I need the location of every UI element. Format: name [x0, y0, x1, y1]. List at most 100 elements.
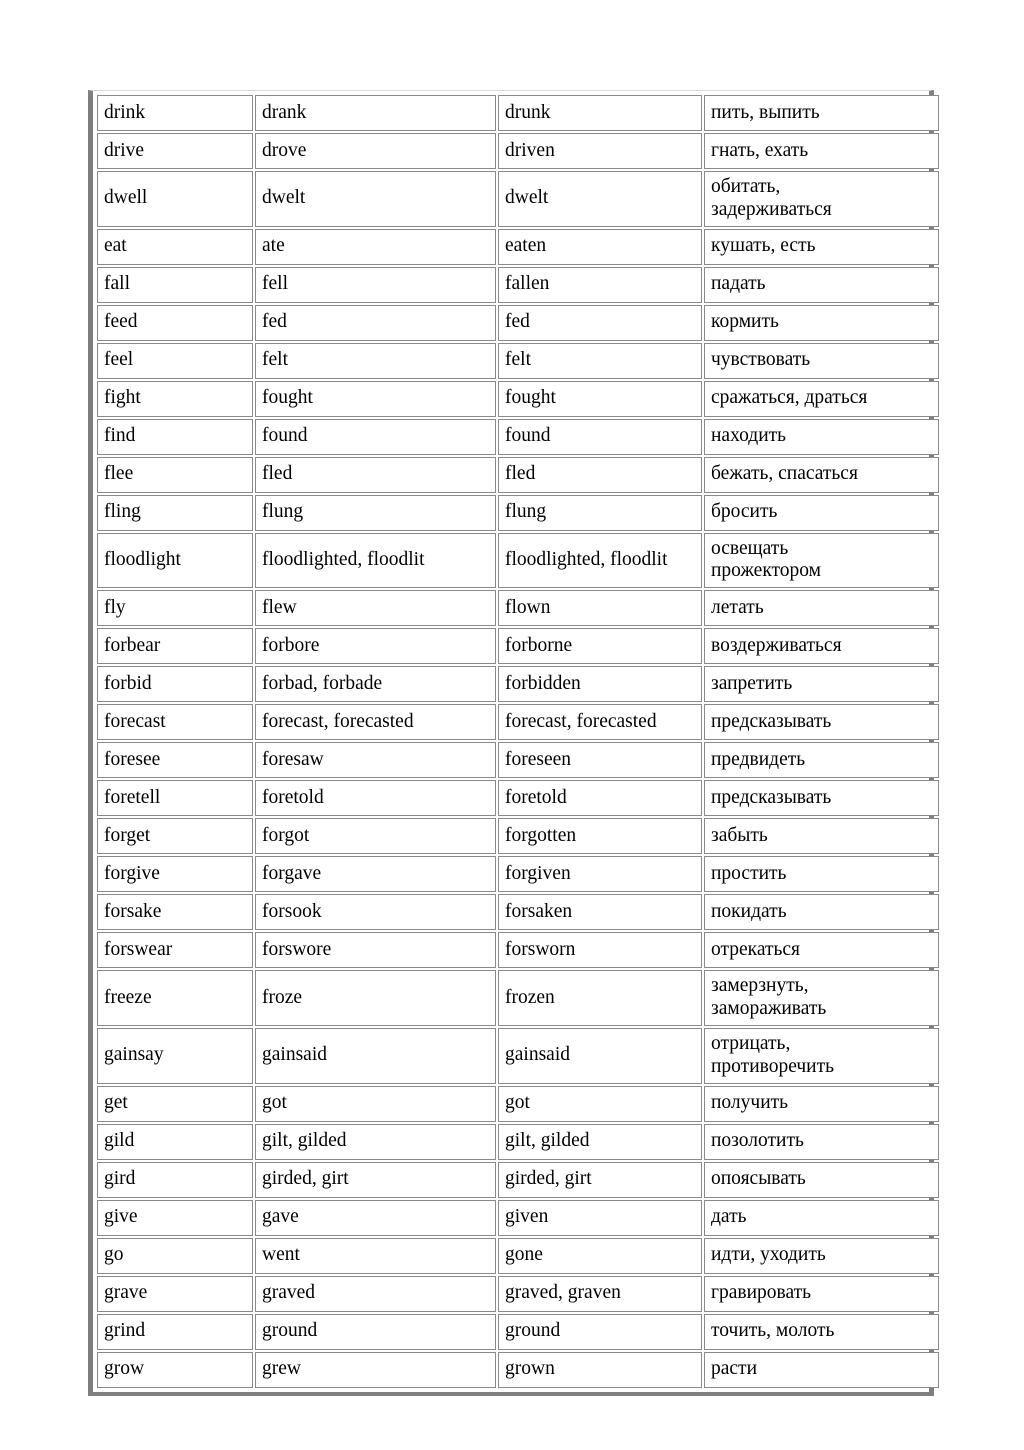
- cell-past-participle: eaten: [498, 228, 702, 265]
- cell-infinitive: forswear: [97, 932, 253, 969]
- cell-infinitive: feed: [97, 304, 253, 341]
- cell-past-simple: forswore: [255, 932, 496, 969]
- table-row: flee fled fled бежать, спасаться: [97, 456, 939, 493]
- cell-translation: кормить: [704, 304, 939, 341]
- cell-infinitive: get: [97, 1085, 253, 1122]
- cell-past-simple: foresaw: [255, 742, 496, 779]
- cell-past-participle: ground: [498, 1313, 702, 1350]
- cell-infinitive: forecast: [97, 704, 253, 741]
- cell-infinitive: gild: [97, 1123, 253, 1160]
- cell-infinitive: find: [97, 418, 253, 455]
- cell-past-participle: forborne: [498, 628, 702, 665]
- table-row: forget forgot forgotten забыть: [97, 818, 939, 855]
- cell-infinitive: forbid: [97, 666, 253, 703]
- cell-translation: сражаться, драться: [704, 380, 939, 417]
- cell-translation: находить: [704, 418, 939, 455]
- cell-infinitive: foresee: [97, 742, 253, 779]
- cell-translation: отрекаться: [704, 932, 939, 969]
- table-row: grave graved graved, graven гравировать: [97, 1275, 939, 1312]
- cell-past-simple: girded, girt: [255, 1161, 496, 1198]
- cell-infinitive: forget: [97, 818, 253, 855]
- cell-translation: запретить: [704, 666, 939, 703]
- table-row: forswear forswore forsworn отрекаться: [97, 932, 939, 969]
- cell-past-simple: dwelt: [255, 171, 496, 227]
- cell-translation: получить: [704, 1085, 939, 1122]
- cell-translation: летать: [704, 590, 939, 627]
- cell-past-participle: foretold: [498, 780, 702, 817]
- cell-past-participle: felt: [498, 342, 702, 379]
- cell-past-simple: ate: [255, 228, 496, 265]
- cell-past-simple: froze: [255, 970, 496, 1026]
- cell-infinitive: grind: [97, 1313, 253, 1350]
- cell-past-simple: forgot: [255, 818, 496, 855]
- cell-infinitive: drive: [97, 133, 253, 169]
- cell-past-simple: got: [255, 1085, 496, 1122]
- table-row: grind ground ground точить, молоть: [97, 1313, 939, 1350]
- table-row: drive drove driven гнать, ехать: [97, 133, 939, 169]
- cell-past-simple: gilt, gilded: [255, 1123, 496, 1160]
- table-row: forecast forecast, forecasted forecast, fo…: [97, 704, 939, 741]
- cell-infinitive: floodlight: [97, 532, 253, 589]
- cell-infinitive: forbear: [97, 628, 253, 665]
- cell-past-participle: driven: [498, 133, 702, 169]
- table-row: forbid forbad, forbade forbidden запретить: [97, 666, 939, 703]
- cell-past-simple: forbore: [255, 628, 496, 665]
- cell-past-simple: fled: [255, 456, 496, 493]
- irregular-verbs-table: drink drank drunk пить, выпить drive drove dri…: [95, 93, 941, 1390]
- cell-past-simple: fought: [255, 380, 496, 417]
- cell-infinitive: fight: [97, 380, 253, 417]
- cell-infinitive: foretell: [97, 780, 253, 817]
- table-row: eat ate eaten кушать, есть: [97, 228, 939, 265]
- cell-translation: падать: [704, 266, 939, 303]
- cell-past-simple: fell: [255, 266, 496, 303]
- cell-past-participle: forsaken: [498, 894, 702, 931]
- cell-translation: отрицать, противоречить: [704, 1027, 939, 1084]
- table-row: floodlight floodlighted, floodlit floodlig…: [97, 532, 939, 589]
- cell-past-participle: dwelt: [498, 171, 702, 227]
- table-row: gainsay gainsaid gainsaid отрицать, противо…: [97, 1027, 939, 1084]
- cell-past-participle: flung: [498, 494, 702, 531]
- cell-past-participle: fallen: [498, 266, 702, 303]
- cell-past-simple: forsook: [255, 894, 496, 931]
- cell-past-simple: fed: [255, 304, 496, 341]
- cell-past-participle: frozen: [498, 970, 702, 1026]
- cell-infinitive: dwell: [97, 171, 253, 227]
- table-frame: drink drank drunk пить, выпить drive drove dri…: [88, 90, 939, 1396]
- cell-translation: освещать прожектором: [704, 532, 939, 589]
- cell-infinitive: grow: [97, 1351, 253, 1388]
- cell-translation: предвидеть: [704, 742, 939, 779]
- cell-translation: чувствовать: [704, 342, 939, 379]
- cell-past-simple: felt: [255, 342, 496, 379]
- cell-translation: кушать, есть: [704, 228, 939, 265]
- table-row: fall fell fallen падать: [97, 266, 939, 303]
- cell-translation: гнать, ехать: [704, 133, 939, 169]
- cell-infinitive: flee: [97, 456, 253, 493]
- table-row: forgive forgave forgiven простить: [97, 856, 939, 893]
- table-row: dwell dwelt dwelt обитать, задерживаться: [97, 171, 939, 227]
- cell-past-participle: girded, girt: [498, 1161, 702, 1198]
- cell-past-participle: forecast, forecasted: [498, 704, 702, 741]
- cell-infinitive: eat: [97, 228, 253, 265]
- cell-past-participle: fought: [498, 380, 702, 417]
- cell-past-participle: gone: [498, 1237, 702, 1274]
- cell-translation: расти: [704, 1351, 939, 1388]
- cell-translation: точить, молоть: [704, 1313, 939, 1350]
- cell-translation: идти, уходить: [704, 1237, 939, 1274]
- cell-past-participle: found: [498, 418, 702, 455]
- cell-past-participle: floodlighted, floodlit: [498, 532, 702, 589]
- cell-translation: позолотить: [704, 1123, 939, 1160]
- cell-past-simple: graved: [255, 1275, 496, 1312]
- cell-translation: опоясывать: [704, 1161, 939, 1198]
- table-row: find found found находить: [97, 418, 939, 455]
- cell-infinitive: go: [97, 1237, 253, 1274]
- cell-past-simple: floodlighted, floodlit: [255, 532, 496, 589]
- cell-infinitive: forsake: [97, 894, 253, 931]
- cell-past-simple: foretold: [255, 780, 496, 817]
- cell-translation: покидать: [704, 894, 939, 931]
- table-body: drink drank drunk пить, выпить drive drove dri…: [97, 95, 939, 1388]
- table-row: give gave given дать: [97, 1199, 939, 1236]
- table-row: freeze froze frozen замерзнуть, замораживат…: [97, 970, 939, 1026]
- table-row: fight fought fought сражаться, драться: [97, 380, 939, 417]
- table-row: drink drank drunk пить, выпить: [97, 95, 939, 131]
- cell-past-simple: flew: [255, 590, 496, 627]
